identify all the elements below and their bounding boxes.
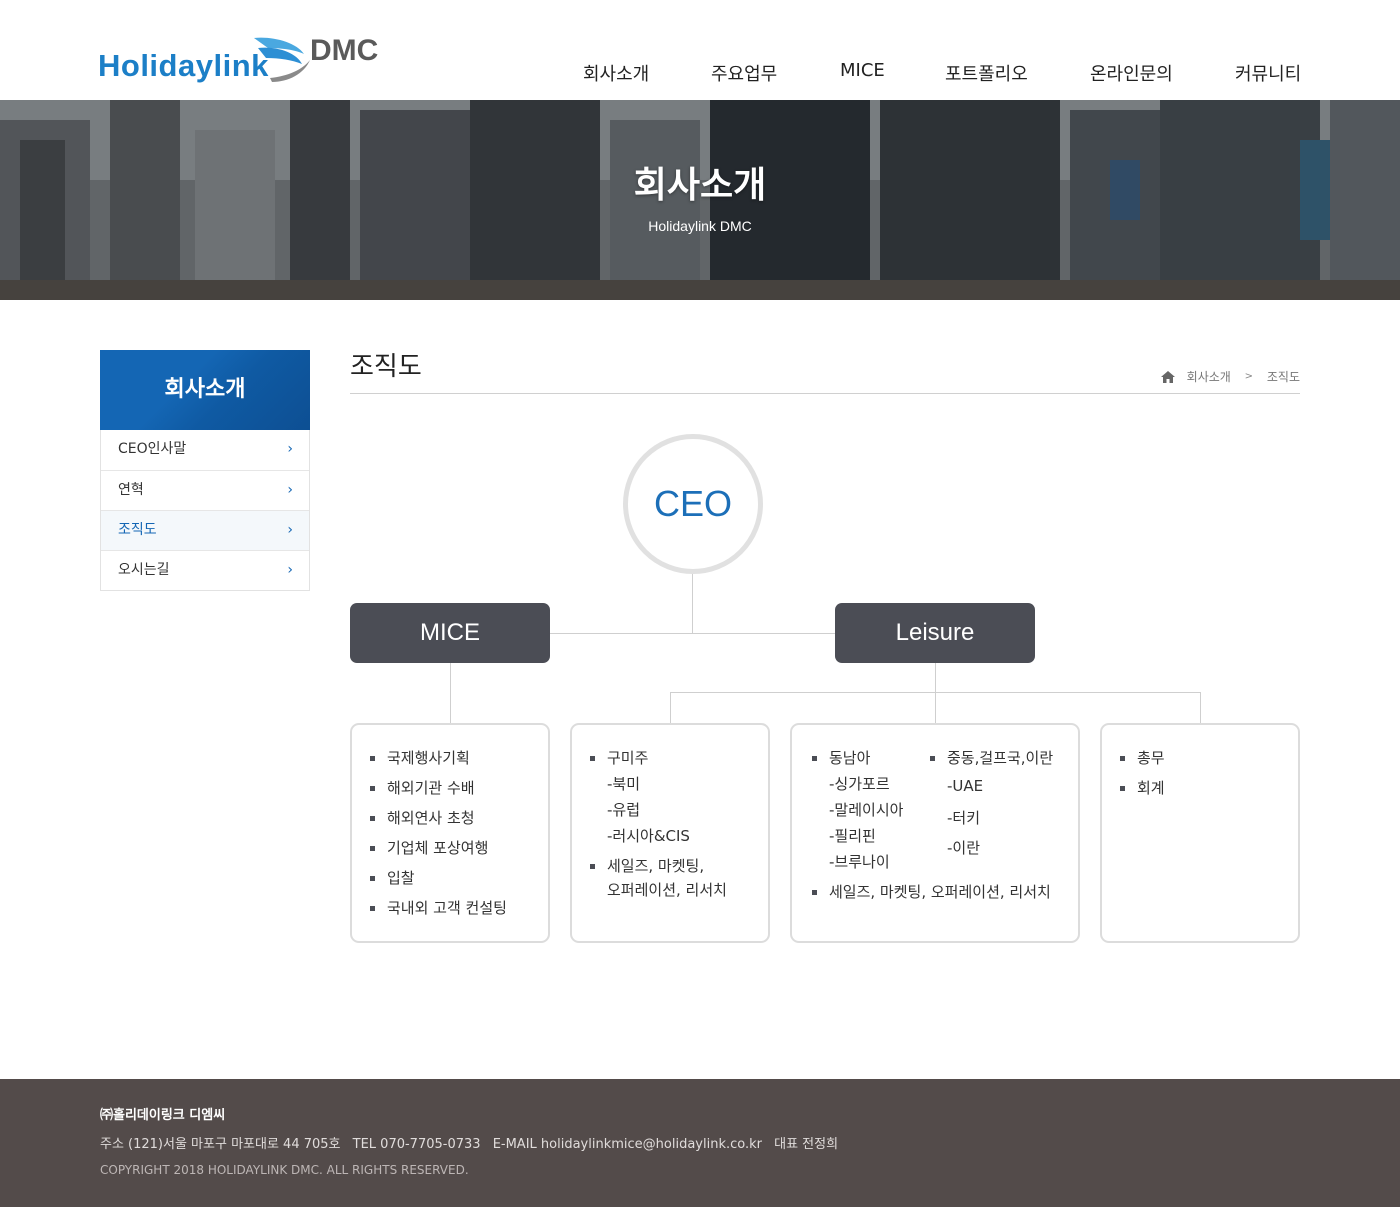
footer-email[interactable]: E-MAIL holidaylinkmice@holidaylink.co.kr	[493, 1137, 762, 1152]
footer-tel: TEL 070-7705-0733	[352, 1137, 481, 1152]
org-duty-subitem: -UAE	[947, 777, 984, 795]
org-duty-item: 구미주	[589, 749, 649, 767]
org-duty-item: 세일즈, 마켓팅, 오퍼레이션, 리서치	[812, 883, 1051, 901]
org-team-box-asia-mideast: 동남아 -싱가포르 -말레이시아 -필리핀 -브루나이 중동,걸프국,이란 -U…	[790, 723, 1080, 943]
org-team-box-admin: 총무 회계	[1100, 723, 1300, 943]
sidebar-item-directions[interactable]: 오시는길 ›	[101, 550, 309, 590]
sidebar-item-label: 조직도	[118, 522, 157, 538]
org-duty-item: 국내외 고객 컨설팅	[370, 899, 507, 917]
sidebar-item-label: 오시는길	[118, 562, 170, 578]
sidebar-title: 회사소개	[100, 350, 310, 430]
chevron-right-icon: ›	[287, 482, 293, 498]
connector-line	[1200, 692, 1201, 723]
sidebar-item-label: CEO인사말	[118, 441, 187, 457]
connector-line	[935, 663, 936, 723]
org-duty-item-continued: 오퍼레이션, 리서치	[607, 881, 727, 899]
chevron-right-icon: ›	[287, 562, 293, 578]
org-duty-subitem: -브루나이	[829, 853, 890, 871]
banner-subtitle: Holidaylink DMC	[648, 218, 752, 234]
org-team-box-americas: 구미주 -북미 -유럽 -러시아&CIS 세일즈, 마켓팅, 오퍼레이션, 리서…	[570, 723, 770, 943]
org-duty-item: 국제행사기획	[370, 749, 470, 767]
site-header: Holidaylink DMC 회사소개 주요업무 MICE 포트폴리오 온라인…	[0, 0, 1400, 100]
breadcrumb: 회사소개 > 조직도	[1160, 368, 1300, 385]
org-duty-item: 중동,걸프국,이란	[929, 749, 1054, 767]
org-team-box-mice: 국제행사기획 해외기관 수배 해외연사 초청 기업체 포상여행 입찰 국내외 고…	[350, 723, 550, 943]
org-ceo-node: CEO	[623, 434, 763, 574]
sidebar-item-org-chart[interactable]: 조직도 ›	[101, 510, 309, 550]
title-divider	[350, 393, 1300, 394]
nav-community[interactable]: 커뮤니티	[1235, 60, 1301, 86]
nav-inquiry[interactable]: 온라인문의	[1090, 60, 1173, 86]
sidebar-item-ceo-greeting[interactable]: CEO인사말 ›	[101, 430, 309, 470]
org-duty-item: 회계	[1120, 779, 1165, 797]
footer-address: 주소 (121)서울 마포구 마포대로 44 705호	[100, 1137, 341, 1152]
org-duty-subitem: -유럽	[607, 801, 641, 819]
org-duty-item: 총무	[1120, 749, 1165, 767]
page-title: 조직도	[350, 352, 422, 382]
org-duty-subitem: -이란	[947, 839, 981, 857]
sidebar-menu: CEO인사말 › 연혁 › 조직도 › 오시는길 ›	[100, 430, 310, 591]
breadcrumb-item[interactable]: 회사소개	[1187, 370, 1231, 384]
breadcrumb-separator: >	[1244, 371, 1254, 382]
connector-line	[670, 692, 1201, 693]
org-dept-mice: MICE	[350, 603, 550, 663]
footer-copyright: COPYRIGHT 2018 HOLIDAYLINK DMC. ALL RIGH…	[100, 1163, 469, 1177]
chevron-right-icon: ›	[287, 441, 293, 457]
org-duty-subitem: -러시아&CIS	[607, 827, 690, 845]
org-duty-subitem: -북미	[607, 775, 641, 793]
banner-title: 회사소개	[633, 165, 767, 206]
chevron-right-icon: ›	[287, 522, 293, 538]
org-duty-subitem: -싱가포르	[829, 775, 890, 793]
org-duty-subitem: -말레이시아	[829, 801, 904, 819]
org-dept-leisure: Leisure	[835, 603, 1035, 663]
nav-mice[interactable]: MICE	[840, 60, 885, 81]
org-duty-subitem: -필리핀	[829, 827, 876, 845]
nav-portfolio[interactable]: 포트폴리오	[945, 60, 1028, 86]
site-footer: ㈜홀리데이링크 디엠씨 주소 (121)서울 마포구 마포대로 44 705호 …	[0, 1079, 1400, 1207]
org-duty-item: 해외기관 수배	[370, 779, 475, 797]
connector-line	[670, 692, 671, 723]
connector-line	[692, 574, 693, 633]
nav-services[interactable]: 주요업무	[711, 60, 777, 86]
sidebar-item-history[interactable]: 연혁 ›	[101, 470, 309, 510]
page-banner: 회사소개 Holidaylink DMC	[0, 100, 1400, 300]
home-icon[interactable]	[1160, 370, 1175, 383]
org-duty-item: 해외연사 초청	[370, 809, 475, 827]
nav-company[interactable]: 회사소개	[583, 60, 649, 86]
main-nav: 회사소개 주요업무 MICE 포트폴리오 온라인문의 커뮤니티	[0, 60, 1400, 90]
org-duty-item: 입찰	[370, 869, 415, 887]
sidebar-item-label: 연혁	[118, 482, 144, 498]
connector-line	[450, 663, 451, 723]
org-duty-item: 세일즈, 마켓팅,	[589, 857, 705, 875]
footer-contact-info: 주소 (121)서울 마포구 마포대로 44 705호 TEL 070-7705…	[100, 1133, 846, 1152]
org-duty-item: 기업체 포상여행	[369, 839, 489, 857]
org-duty-item: 동남아	[811, 749, 871, 767]
footer-company-name: ㈜홀리데이링크 디엠씨	[100, 1108, 226, 1123]
breadcrumb-item-current[interactable]: 조직도	[1267, 370, 1300, 384]
footer-ceo: 대표 전정희	[774, 1137, 839, 1152]
connector-line	[550, 633, 835, 634]
org-duty-subitem: -터키	[947, 809, 981, 827]
